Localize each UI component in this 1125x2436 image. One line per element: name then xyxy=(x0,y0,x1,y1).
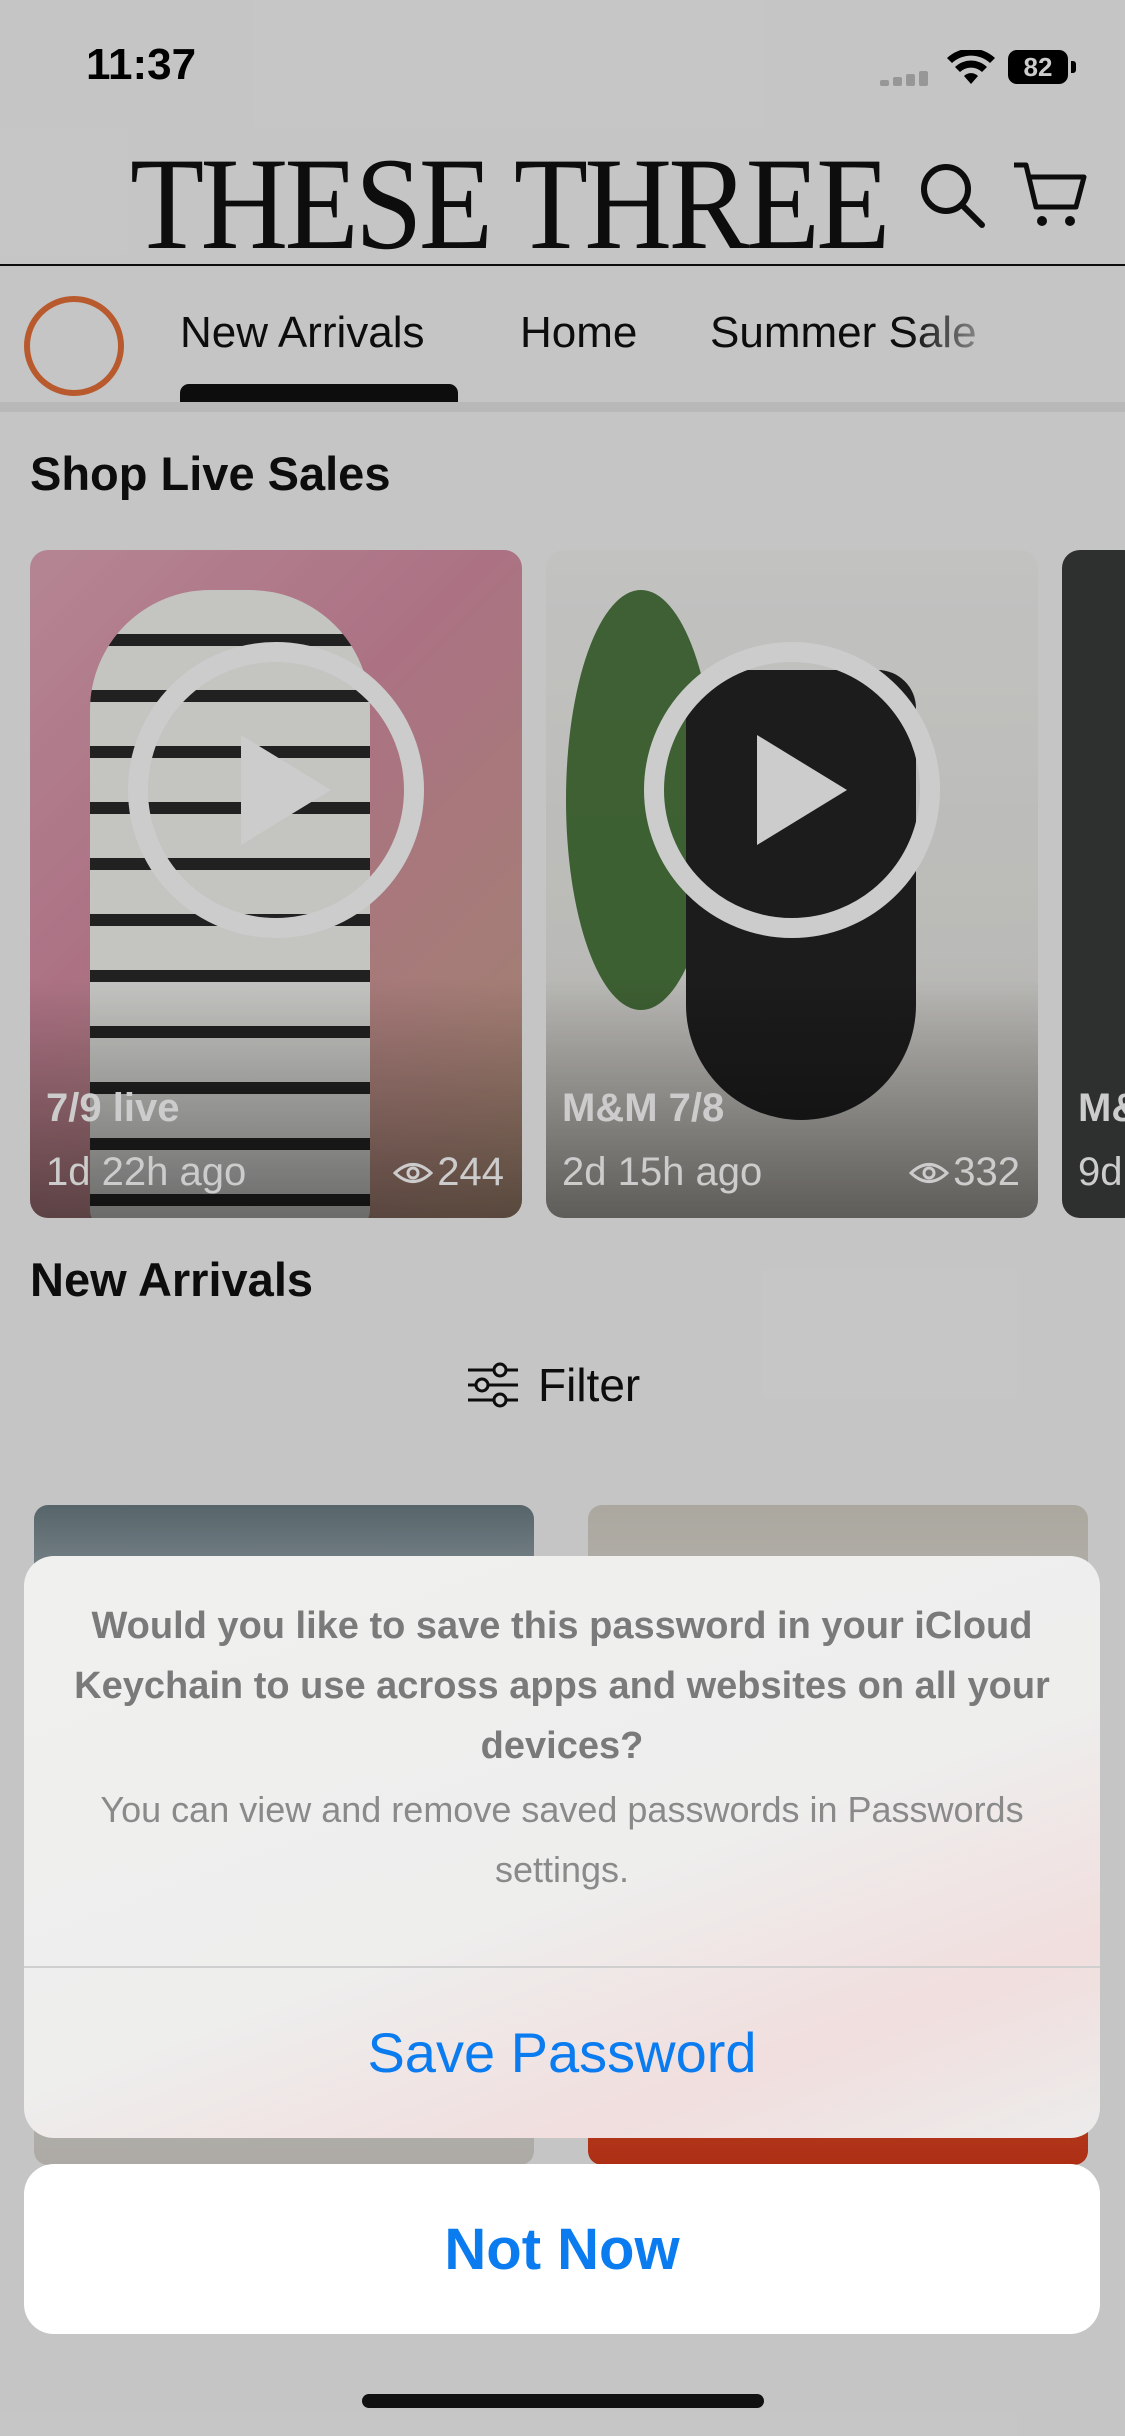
save-password-button[interactable]: Save Password xyxy=(24,1966,1100,2138)
save-password-sheet: Would you like to save this password in … xyxy=(24,1556,1100,2138)
home-indicator[interactable] xyxy=(362,2394,764,2408)
alert-message: Would you like to save this password in … xyxy=(74,1605,1050,1767)
alert-submessage: You can view and remove saved passwords … xyxy=(100,1789,1024,1890)
not-now-button[interactable]: Not Now xyxy=(24,2164,1100,2334)
